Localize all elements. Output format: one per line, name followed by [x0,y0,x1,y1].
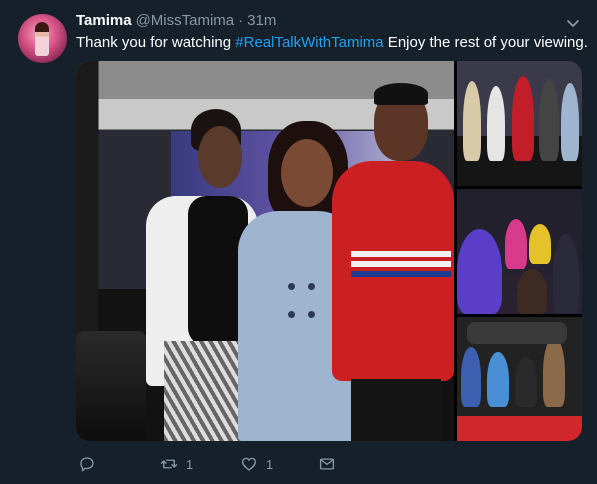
share-button[interactable] [318,452,336,476]
photo-thumb-crowd[interactable] [457,317,582,441]
photo-person-head [198,126,242,188]
thumb-figure [512,76,534,161]
like-icon [241,457,257,471]
thumb-figure [515,357,537,407]
thumb-figure [529,224,551,264]
user-handle[interactable]: @MissTamima [136,12,235,29]
thumb-figure [461,347,481,407]
avatar[interactable] [18,14,67,63]
reply-button[interactable] [78,452,104,476]
photo-thumb-audience[interactable] [457,189,582,314]
tweet-header: Tamima @MissTamima · 31m [76,12,276,32]
share-icon [319,458,335,470]
dress-button [288,311,295,318]
tweet-text-before: Thank you for watching [76,34,236,51]
dress-button [288,283,295,290]
separator-dot: · [238,12,244,29]
dress-button [308,311,315,318]
dress-button [308,283,315,290]
tweet-card[interactable]: Tamima @MissTamima · 31m Thank you for w… [0,0,597,484]
thumb-figure [543,337,565,407]
retweet-count: 1 [186,456,194,472]
photo-host-head [281,139,333,207]
tweet-actions: 1 1 [76,452,376,476]
thumb-figure [487,86,505,161]
like-count: 1 [266,456,274,472]
thumb-crowd-row [467,322,567,344]
thumb-figure [561,83,579,161]
photo-guest-pants [351,379,441,441]
thumb-figure [457,229,502,314]
chevron-down-icon[interactable] [565,15,581,31]
tweet-text-after: Enjoy the rest of your viewing. [383,34,588,51]
photo-sofa [76,331,146,441]
timestamp[interactable]: 31m [247,12,276,29]
photo-main[interactable] [76,61,454,441]
display-name[interactable]: Tamima [76,12,132,29]
reply-icon [80,457,94,472]
thumb-figure [553,234,579,314]
thumb-figure [487,352,509,407]
retweet-icon [160,459,178,469]
thumb-figure [463,81,481,161]
like-button[interactable]: 1 [240,452,273,476]
photo-guest-hair [374,83,428,105]
thumb-figure [539,79,559,161]
jacket-stripe [351,261,451,267]
avatar-figure [35,22,49,56]
jacket-stripe [351,271,451,277]
thumb-figure [505,219,527,269]
tweet-text: Thank you for watching #RealTalkWithTami… [76,33,588,53]
jacket-stripe [351,251,451,257]
media-grid [76,61,582,441]
retweet-button[interactable]: 1 [160,452,193,476]
thumb-figure [517,269,547,314]
hashtag-link[interactable]: #RealTalkWithTamima [235,34,383,51]
photo-thumb-group-stage[interactable] [457,61,582,186]
